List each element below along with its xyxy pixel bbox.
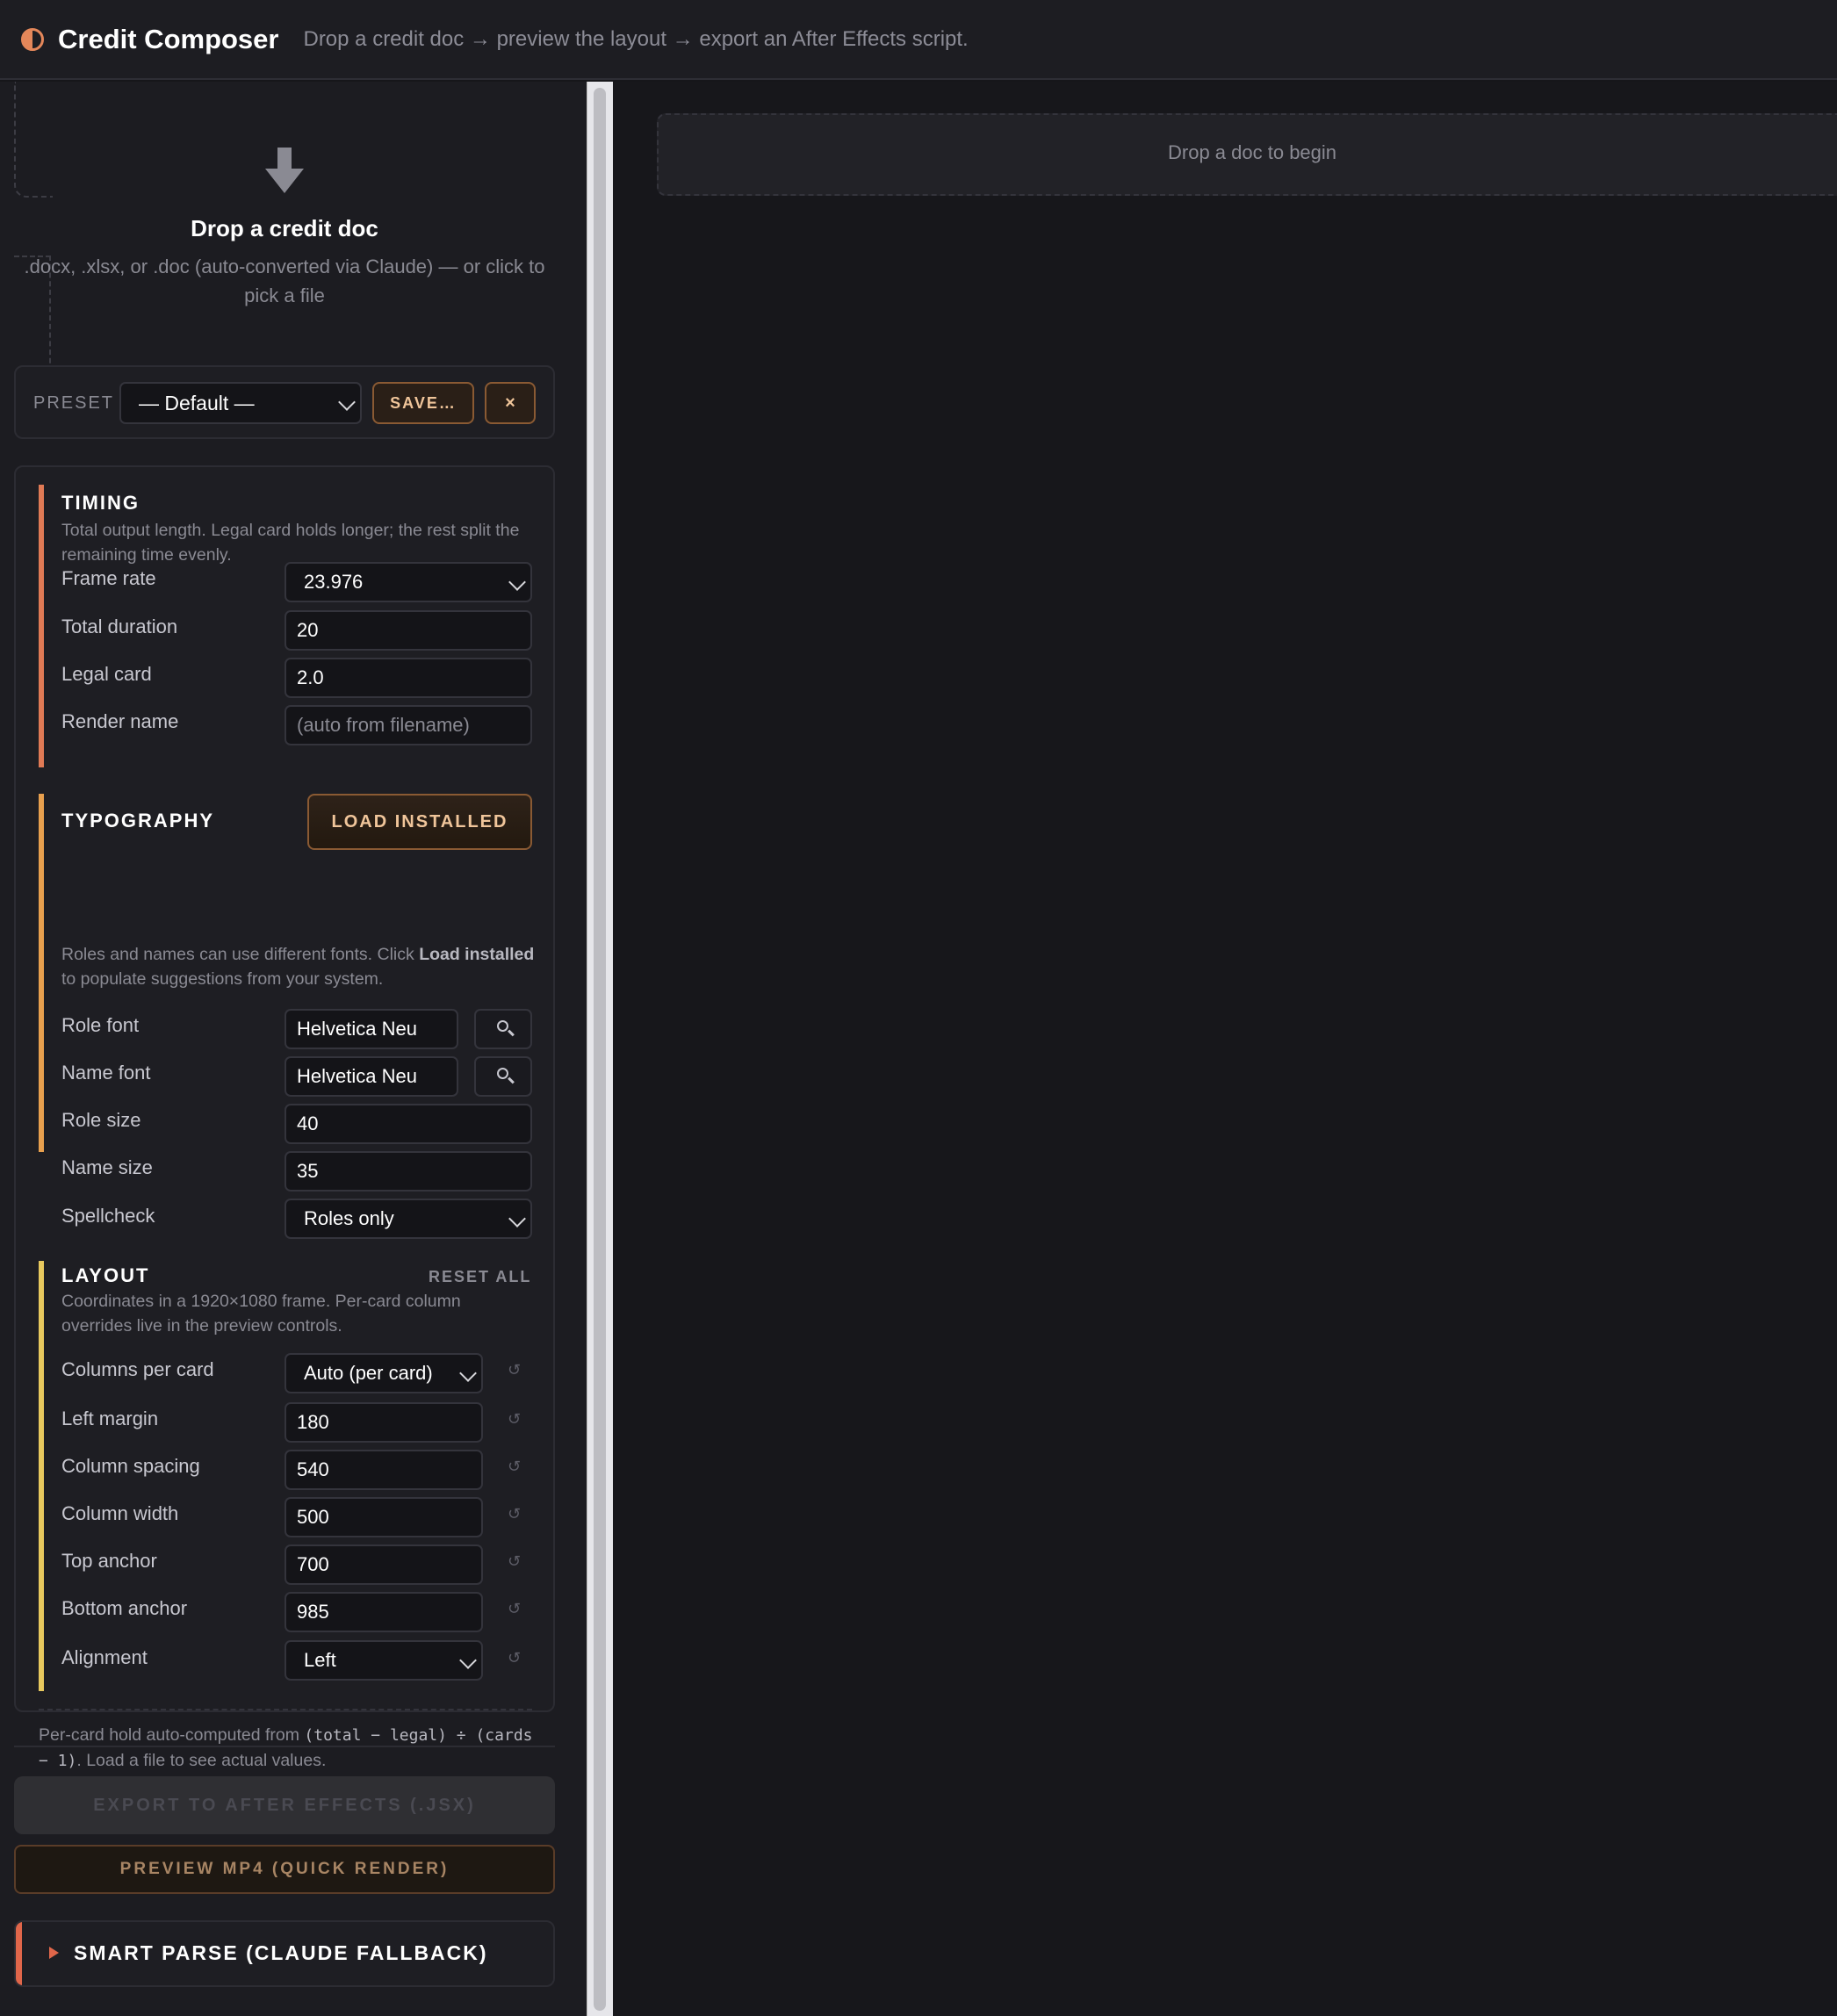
render-name-label: Render name — [61, 710, 179, 732]
search-icon — [497, 1020, 508, 1032]
smart-parse-label: SMART PARSE (CLAUDE FALLBACK) — [74, 1941, 488, 1964]
layout-description: Coordinates in a 1920×1080 frame. Per-ca… — [61, 1292, 461, 1336]
save-preset-button[interactable]: SAVE… — [372, 382, 474, 424]
reset-icon[interactable]: ↺ — [508, 1458, 521, 1476]
reset-icon[interactable]: ↺ — [508, 1649, 521, 1667]
delete-preset-button[interactable]: × — [485, 382, 536, 424]
preset-label: PRESET — [33, 393, 115, 413]
total-duration-input[interactable]: 20 — [285, 610, 532, 651]
top-anchor-input[interactable]: 700 — [285, 1544, 483, 1585]
typography-description-text: Roles and names can use different fonts.… — [61, 942, 536, 991]
typography-accent-bar — [39, 794, 44, 1152]
app-subtitle: Drop a credit doc → preview the layout →… — [303, 26, 969, 51]
chevron-down-icon — [459, 1364, 477, 1382]
smart-parse-toggle[interactable]: SMART PARSE (CLAUDE FALLBACK) — [14, 1920, 555, 1987]
hold-footnote: Per-card hold auto-computed from (total … — [39, 1723, 539, 1774]
name-font-label: Name font — [61, 1062, 151, 1084]
name-font-search-button[interactable] — [474, 1056, 532, 1097]
empty-state-text: Drop a doc to begin — [1168, 141, 1337, 163]
top-anchor-label: Top anchor — [61, 1550, 157, 1572]
download-arrow-icon — [265, 148, 304, 193]
alignment-select[interactable]: Left — [285, 1640, 483, 1681]
preset-bar: PRESET — Default — SAVE… × — [14, 365, 555, 439]
role-font-search-button[interactable] — [474, 1009, 532, 1049]
name-size-label: Name size — [61, 1156, 153, 1178]
role-size-label: Role size — [61, 1109, 141, 1131]
reset-all-button[interactable]: RESET ALL — [429, 1268, 531, 1286]
alignment-label: Alignment — [61, 1646, 148, 1668]
divider — [39, 1709, 532, 1710]
column-spacing-label: Column spacing — [61, 1455, 200, 1477]
preset-select-value: — Default — — [139, 392, 255, 414]
columns-per-card-label: Columns per card — [61, 1358, 214, 1380]
app-title: Credit Composer — [58, 23, 279, 54]
load-installed-button[interactable]: LOAD INSTALLED — [307, 794, 532, 850]
frame-rate-value: 23.976 — [304, 571, 364, 593]
alignment-value: Left — [304, 1649, 336, 1671]
role-font-input[interactable]: Helvetica Neu — [285, 1009, 458, 1049]
empty-state-box: Drop a doc to begin — [657, 113, 1837, 196]
left-margin-label: Left margin — [61, 1408, 159, 1429]
half-circle-logo-icon — [21, 27, 44, 51]
footnote-post: . Load a file to see actual values. — [76, 1751, 327, 1770]
columns-per-card-select[interactable]: Auto (per card) — [285, 1353, 483, 1393]
export-jsx-button[interactable]: EXPORT TO AFTER EFFECTS (.JSX) — [14, 1776, 555, 1834]
drop-subtitle: .docx, .xlsx, or .doc (auto-converted vi… — [24, 256, 545, 306]
smart-parse-accent-bar — [16, 1922, 22, 1985]
timing-description: Total output length. Legal card holds lo… — [61, 521, 520, 565]
name-font-input[interactable]: Helvetica Neu — [285, 1056, 458, 1097]
sidebar: Drop a credit doc .docx, .xlsx, or .doc … — [0, 82, 587, 2016]
render-name-input[interactable]: (auto from filename) — [285, 705, 532, 745]
legal-card-label: Legal card — [61, 663, 152, 685]
chevron-down-icon — [459, 1652, 477, 1669]
timing-title: TIMING — [61, 492, 140, 514]
legal-card-input[interactable]: 2.0 — [285, 658, 532, 698]
bottom-anchor-label: Bottom anchor — [61, 1597, 188, 1619]
typography-desc-post: to populate suggestions from your system… — [61, 969, 384, 989]
spellcheck-label: Spellcheck — [61, 1205, 155, 1227]
chevron-down-icon — [508, 1210, 526, 1228]
typography-title: TYPOGRAPHY — [61, 810, 215, 832]
spellcheck-value: Roles only — [304, 1207, 394, 1229]
drop-title: Drop a credit doc — [191, 215, 378, 241]
frame-rate-label: Frame rate — [61, 567, 156, 589]
role-font-label: Role font — [61, 1014, 140, 1036]
footnote-pre: Per-card hold auto-computed from — [39, 1725, 305, 1745]
reset-icon[interactable]: ↺ — [508, 1361, 521, 1379]
chevron-down-icon — [508, 573, 526, 591]
bottom-anchor-input[interactable]: 985 — [285, 1592, 483, 1632]
column-width-label: Column width — [61, 1502, 179, 1524]
total-duration-label: Total duration — [61, 616, 178, 637]
reset-icon[interactable]: ↺ — [508, 1552, 521, 1571]
layout-accent-bar — [39, 1261, 44, 1691]
column-spacing-input[interactable]: 540 — [285, 1450, 483, 1490]
spellcheck-select[interactable]: Roles only — [285, 1199, 532, 1239]
left-margin-input[interactable]: 180 — [285, 1402, 483, 1443]
search-icon — [497, 1068, 508, 1079]
settings-panel: TIMING Total output length. Legal card h… — [14, 465, 555, 1770]
triangle-right-icon — [49, 1947, 59, 1959]
scrollbar-thumb[interactable] — [594, 88, 606, 2011]
drop-zone-border — [14, 82, 53, 198]
layout-title: LAYOUT — [61, 1264, 150, 1286]
app-header: Credit Composer Drop a credit doc → prev… — [0, 0, 1837, 80]
timing-accent-bar — [39, 485, 44, 767]
divider — [14, 1746, 555, 1747]
role-size-input[interactable]: 40 — [285, 1104, 532, 1144]
reset-icon[interactable]: ↺ — [508, 1505, 521, 1523]
preset-select[interactable]: — Default — — [119, 382, 362, 424]
reset-icon[interactable]: ↺ — [508, 1600, 521, 1618]
typography-desc-pre: Roles and names can use different fonts.… — [61, 945, 420, 964]
preview-area: Drop a doc to begin — [613, 82, 1837, 2016]
frame-rate-select[interactable]: 23.976 — [285, 562, 532, 602]
preview-mp4-button[interactable]: PREVIEW MP4 (QUICK RENDER) — [14, 1845, 555, 1894]
columns-per-card-value: Auto (per card) — [304, 1362, 433, 1384]
typography-desc-bold: Load installed — [419, 945, 535, 964]
chevron-down-icon — [338, 393, 356, 411]
name-size-input[interactable]: 35 — [285, 1151, 532, 1192]
column-width-input[interactable]: 500 — [285, 1497, 483, 1537]
reset-icon[interactable]: ↺ — [508, 1410, 521, 1429]
